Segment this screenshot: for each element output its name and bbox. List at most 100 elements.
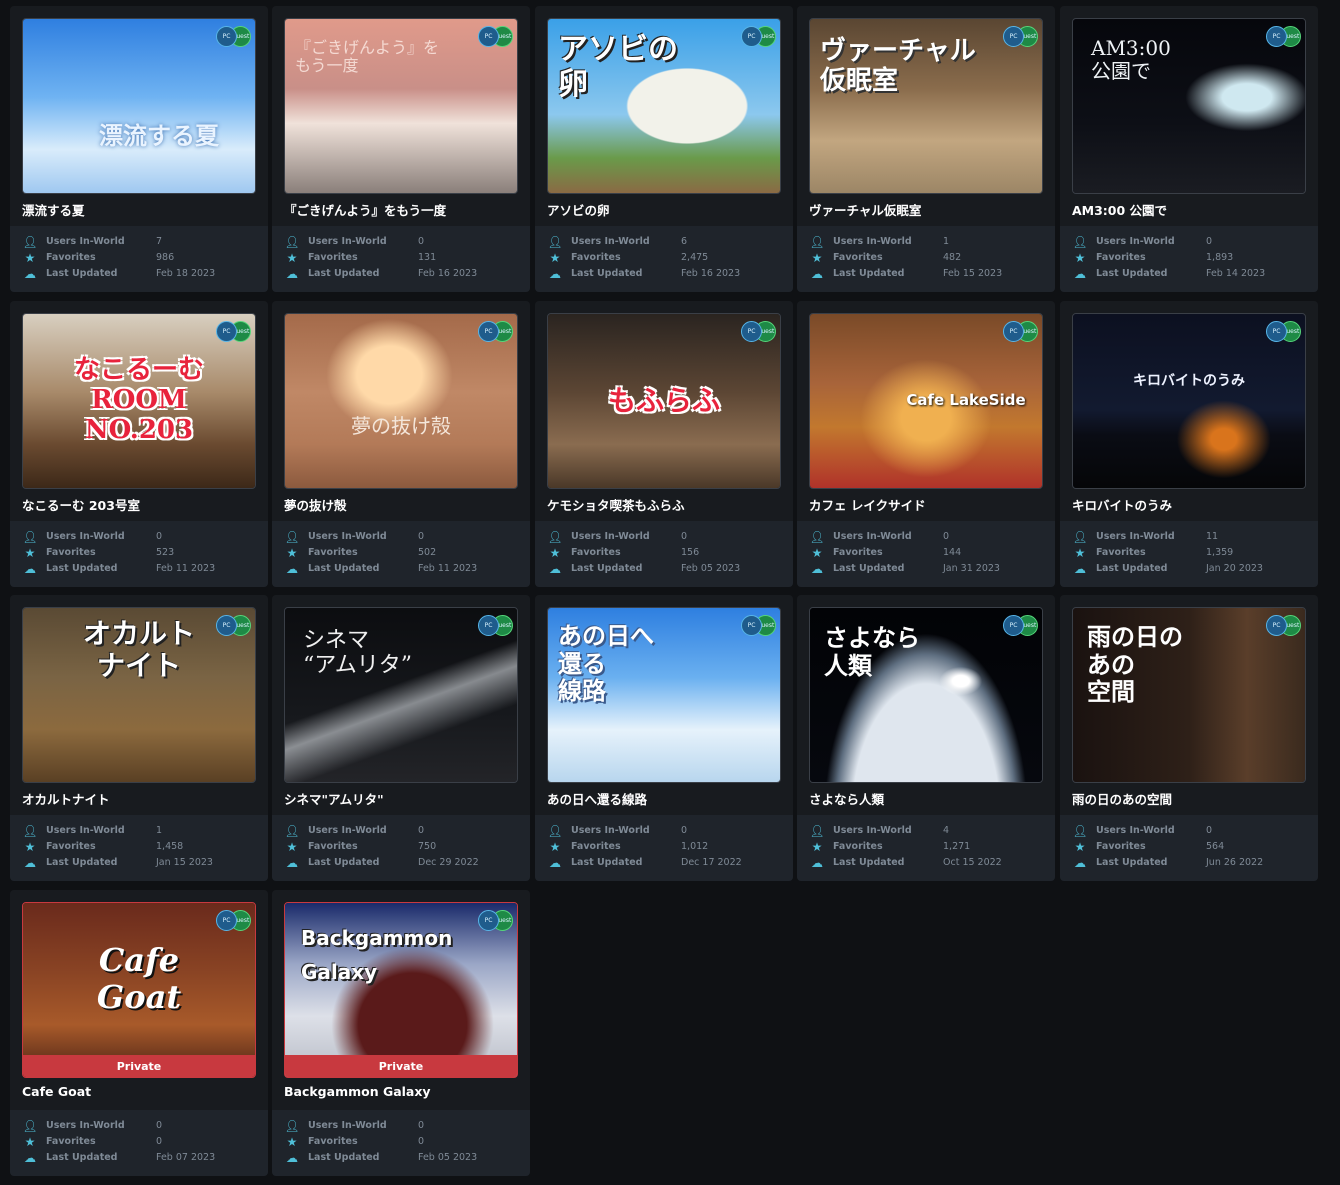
world-title[interactable]: あの日へ還る線路 [547, 789, 783, 808]
favorites-label: Favorites [571, 547, 621, 558]
private-badge: Private [285, 1055, 517, 1077]
world-card[interactable]: 雨の日の あの 空間 PC Quest 雨の日のあの空間 👤︎ Users In-W… [1060, 595, 1318, 881]
upload-cloud-icon: ☁ [1074, 267, 1086, 281]
world-stats: 👤︎ Users In-World 0 ★ Favorites 0 ☁ Last Upda… [10, 1110, 268, 1176]
world-title[interactable]: カフェ レイクサイド [809, 495, 1045, 514]
world-title[interactable]: アソビの卵 [547, 200, 783, 219]
pc-badge-icon: PC [216, 26, 237, 47]
world-thumbnail[interactable]: アソビの 卵 PC Quest [547, 18, 781, 194]
world-thumbnail[interactable]: さよなら 人類 PC Quest [809, 607, 1043, 783]
world-stats: 👤︎ Users In-World 0 ★ Favorites 144 ☁ Last Up… [797, 521, 1055, 587]
world-thumbnail[interactable]: キロバイトのうみ PC Quest [1072, 313, 1306, 489]
world-title[interactable]: ヴァーチャル仮眠室 [809, 200, 1045, 219]
world-thumbnail[interactable]: シネマ “アムリタ” PC Quest [284, 607, 518, 783]
world-title[interactable]: Cafe Goat [22, 1084, 258, 1099]
platform-badges: PC Quest [478, 615, 513, 636]
platform-badges: PC Quest [1003, 26, 1038, 47]
favorites-label: Favorites [308, 841, 358, 852]
world-thumbnail[interactable]: オカルト ナイト PC Quest [22, 607, 256, 783]
world-card[interactable]: なこるーむ ROOM NO.203 PC Quest なこるーむ 203号室 👤︎… [10, 301, 268, 587]
users-label: Users In-World [833, 531, 912, 542]
star-icon: ★ [24, 840, 36, 854]
users-label: Users In-World [1096, 531, 1175, 542]
user-icon: 👤︎ [809, 824, 825, 838]
world-thumbnail[interactable]: 夢の抜け殻 PC Quest [284, 313, 518, 489]
world-thumbnail[interactable]: 漂流する夏 PC Quest [22, 18, 256, 194]
world-title[interactable]: AM3:00 公園で [1072, 200, 1308, 219]
world-thumbnail[interactable]: なこるーむ ROOM NO.203 PC Quest [22, 313, 256, 489]
pc-badge-icon: PC [1266, 321, 1287, 342]
world-card[interactable]: 漂流する夏 PC Quest 漂流する夏 👤︎ Users In-World 7 ★ F… [10, 6, 268, 292]
users-value: 1 [943, 236, 950, 247]
favorites-label: Favorites [1096, 841, 1146, 852]
world-card[interactable]: アソビの 卵 PC Quest アソビの卵 👤︎ Users In-World 6 ★… [535, 6, 793, 292]
world-title[interactable]: 『ごきげんよう』をもう一度 [284, 200, 520, 219]
pc-badge-icon: PC [478, 910, 499, 931]
favorites-label: Favorites [46, 252, 96, 263]
world-title[interactable]: なこるーむ 203号室 [22, 495, 258, 514]
updated-value: Jan 15 2023 [156, 857, 213, 868]
world-card[interactable]: さよなら 人類 PC Quest さよなら人類 👤︎ Users In-World 4… [797, 595, 1055, 881]
world-stats: 👤︎ Users In-World 1 ★ Favorites 482 ☁ Last Up… [797, 226, 1055, 292]
world-card[interactable]: シネマ “アムリタ” PC Quest シネマ"アムリタ" 👤︎ Users In-… [272, 595, 530, 881]
user-icon: 👤︎ [547, 530, 563, 544]
world-thumbnail[interactable]: Backgammon Galaxy PC Quest Private [284, 902, 518, 1078]
world-card[interactable]: Cafe LakeSide PC Quest カフェ レイクサイド 👤︎ Users… [797, 301, 1055, 587]
world-thumbnail[interactable]: 『ごきげんよう』を もう一度 PC Quest [284, 18, 518, 194]
world-title[interactable]: オカルトナイト [22, 789, 258, 808]
world-thumbnail[interactable]: Cafe Goat PC Quest Private [22, 902, 256, 1078]
world-thumbnail[interactable]: AM3:00 公園で PC Quest [1072, 18, 1306, 194]
users-label: Users In-World [46, 531, 125, 542]
world-thumbnail[interactable]: もふらふ PC Quest [547, 313, 781, 489]
world-stats: 👤︎ Users In-World 0 ★ Favorites 0 ☁ Last Upda… [272, 1110, 530, 1176]
world-card[interactable]: ヴァーチャル 仮眠室 PC Quest ヴァーチャル仮眠室 👤︎ Users In-… [797, 6, 1055, 292]
world-thumbnail[interactable]: あの日へ 還る 線路 PC Quest [547, 607, 781, 783]
world-title[interactable]: 漂流する夏 [22, 200, 258, 219]
upload-cloud-icon: ☁ [811, 856, 823, 870]
world-title[interactable]: 雨の日のあの空間 [1072, 789, 1308, 808]
users-label: Users In-World [46, 236, 125, 247]
updated-label: Last Updated [1096, 857, 1168, 868]
world-title[interactable]: シネマ"アムリタ" [284, 789, 520, 808]
world-thumbnail[interactable]: 雨の日の あの 空間 PC Quest [1072, 607, 1306, 783]
pc-badge-icon: PC [1003, 26, 1024, 47]
world-card[interactable]: Cafe Goat PC Quest Private Cafe Goat 👤︎ Us… [10, 890, 268, 1176]
updated-label: Last Updated [571, 857, 643, 868]
world-card[interactable]: 『ごきげんよう』を もう一度 PC Quest 『ごきげんよう』をもう一度 👤︎ U… [272, 6, 530, 292]
favorites-value: 564 [1206, 841, 1225, 852]
world-card[interactable]: 夢の抜け殻 PC Quest 夢の抜け殻 👤︎ Users In-World 0 ★ F… [272, 301, 530, 587]
user-icon: 👤︎ [284, 824, 300, 838]
world-card[interactable]: キロバイトのうみ PC Quest キロバイトのうみ 👤︎ Users In-Wor… [1060, 301, 1318, 587]
updated-label: Last Updated [1096, 268, 1168, 279]
world-card[interactable]: オカルト ナイト PC Quest オカルトナイト 👤︎ Users In-Worl… [10, 595, 268, 881]
user-icon: 👤︎ [1072, 235, 1088, 249]
updated-value: Feb 05 2023 [681, 563, 741, 574]
world-title[interactable]: Backgammon Galaxy [284, 1084, 520, 1099]
star-icon: ★ [1074, 546, 1086, 560]
pc-badge-icon: PC [216, 321, 237, 342]
world-title[interactable]: さよなら人類 [809, 789, 1045, 808]
favorites-value: 1,271 [943, 841, 971, 852]
user-icon: 👤︎ [1072, 530, 1088, 544]
world-card[interactable]: もふらふ PC Quest ケモショタ喫茶もふらふ 👤︎ Users In-Worl… [535, 301, 793, 587]
updated-label: Last Updated [308, 1152, 380, 1163]
star-icon: ★ [286, 546, 298, 560]
users-label: Users In-World [1096, 825, 1175, 836]
users-label: Users In-World [46, 825, 125, 836]
world-thumbnail[interactable]: ヴァーチャル 仮眠室 PC Quest [809, 18, 1043, 194]
world-card[interactable]: あの日へ 還る 線路 PC Quest あの日へ還る線路 👤︎ Users In-W… [535, 595, 793, 881]
world-stats: 👤︎ Users In-World 0 ★ Favorites 523 ☁ Last Up… [10, 521, 268, 587]
platform-badges: PC Quest [1003, 321, 1038, 342]
world-title[interactable]: キロバイトのうみ [1072, 495, 1308, 514]
world-title[interactable]: ケモショタ喫茶もふらふ [547, 495, 783, 514]
star-icon: ★ [1074, 251, 1086, 265]
world-card[interactable]: Backgammon Galaxy PC Quest Private Backga… [272, 890, 530, 1176]
upload-cloud-icon: ☁ [549, 562, 561, 576]
users-label: Users In-World [833, 825, 912, 836]
updated-value: Feb 07 2023 [156, 1152, 216, 1163]
world-thumbnail[interactable]: Cafe LakeSide PC Quest [809, 313, 1043, 489]
world-card[interactable]: AM3:00 公園で PC Quest AM3:00 公園で 👤︎ Users In… [1060, 6, 1318, 292]
updated-value: Jan 31 2023 [943, 563, 1000, 574]
world-title[interactable]: 夢の抜け殻 [284, 495, 520, 514]
favorites-value: 2,475 [681, 252, 709, 263]
